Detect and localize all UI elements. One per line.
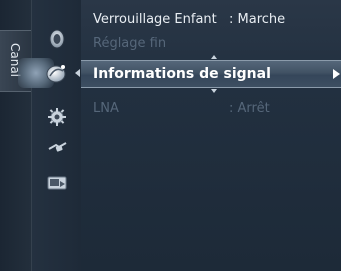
scroll-up-icon: [211, 55, 217, 59]
menu-item-informations-de-signal[interactable]: Informations de signal: [81, 60, 341, 88]
menu-item-value: : Marche: [229, 11, 286, 27]
menu-item-reglage-fin[interactable]: Réglage fin: [81, 32, 341, 54]
menu-item-verrouillage-enfant[interactable]: Verrouillage Enfant : Marche: [81, 8, 341, 30]
menu-item-label: Verrouillage Enfant: [93, 11, 217, 27]
category-icon-column: [18, 0, 82, 271]
tv-menu-screen: Canal Verrouillage Enfant: Marche Régla…: [0, 0, 341, 271]
picture-icon[interactable]: [48, 28, 66, 50]
menu-item-label: Réglage fin: [93, 35, 167, 51]
selected-category-pointer: [75, 69, 80, 77]
channel-antenna-icon[interactable]: [44, 62, 70, 84]
menu-item-label: LNA: [93, 100, 119, 116]
submenu-arrow-icon: [333, 69, 340, 79]
menu-item-value: : Arrêt: [229, 100, 270, 116]
menu-item-label: Informations de signal: [93, 66, 271, 82]
input-plug-icon[interactable]: [47, 140, 67, 154]
channel-menu-list: Verrouillage Enfant : Marche Réglage fin…: [81, 0, 341, 271]
application-icon[interactable]: [47, 176, 67, 190]
section-tab: Canal: [0, 0, 31, 271]
menu-item-lna[interactable]: LNA : Arrêt: [81, 97, 341, 119]
setup-gear-icon[interactable]: [48, 108, 66, 126]
scroll-down-icon: [211, 89, 217, 93]
